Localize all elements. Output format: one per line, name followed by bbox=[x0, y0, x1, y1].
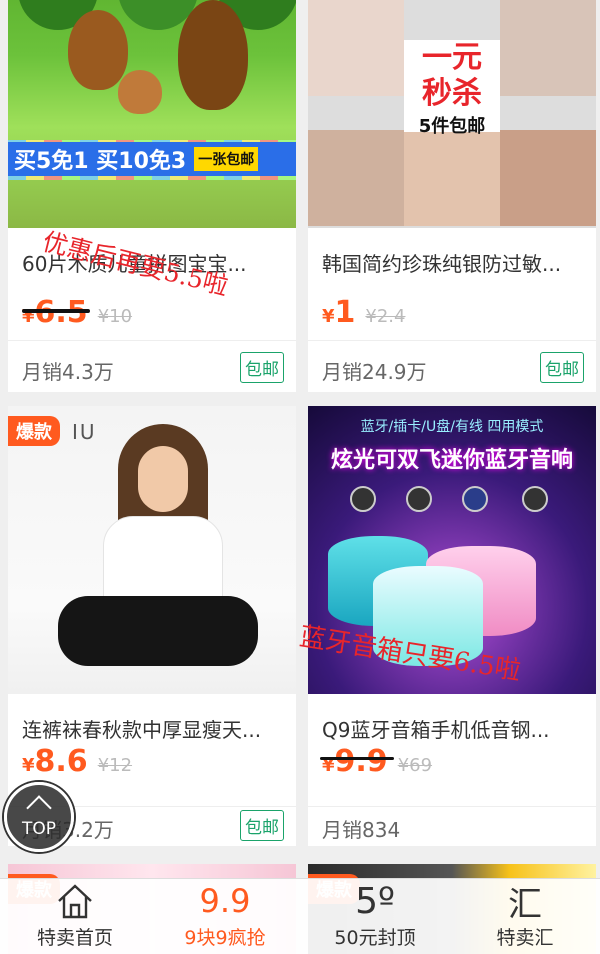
product-title[interactable]: 连裤袜春秋款中厚显瘦天... bbox=[22, 714, 284, 743]
bottom-tab-bar: 特卖首页 9.9 9块9疯抢 5º 50元封顶 汇 特卖汇 bbox=[0, 878, 600, 954]
tab-home[interactable]: 特卖首页 bbox=[0, 879, 150, 954]
current-price: 9.9 bbox=[334, 744, 388, 779]
price-row: ¥ 9.9 ¥69 bbox=[322, 744, 433, 779]
free-shipping-badge: 包邮 bbox=[240, 810, 284, 841]
original-price: ¥12 bbox=[97, 755, 133, 776]
product-card[interactable]: 一元 秒杀 5件包邮 韩国简约珍珠纯银防过敏... ¥ 1 ¥2.4 月销24.… bbox=[308, 0, 596, 392]
tab-9-9[interactable]: 9.9 9块9疯抢 bbox=[150, 879, 300, 954]
home-icon bbox=[0, 879, 150, 923]
product-card[interactable]: 买5免1 买10免3一张包邮 60片木质儿童拼图宝宝... ¥ 6.5 ¥10 … bbox=[8, 0, 296, 392]
original-price: ¥69 bbox=[397, 755, 433, 776]
product-image[interactable]: 买5免1 买10免3 一张包邮 bbox=[8, 0, 296, 228]
price-row: ¥ 1 ¥2.4 bbox=[322, 295, 406, 330]
price-row: ¥ 6.5 ¥10 bbox=[22, 295, 132, 335]
current-price: 1 bbox=[334, 295, 356, 330]
hot-badge: 爆款 bbox=[8, 416, 60, 446]
free-shipping-badge: 包邮 bbox=[240, 352, 284, 383]
price-scribble bbox=[320, 757, 394, 760]
product-card[interactable]: IU 爆款 连裤袜春秋款中厚显瘦天... ¥ 8.6 ¥12 月销3.2万 包邮 bbox=[8, 406, 296, 846]
price-scribble bbox=[22, 309, 90, 313]
monthly-sales: 月销24.9万 bbox=[322, 360, 427, 384]
monthly-sales: 月销4.3万 bbox=[22, 360, 114, 384]
product-image[interactable]: 一元 秒杀 5件包邮 bbox=[308, 0, 596, 228]
hui-icon: 汇 bbox=[508, 884, 542, 925]
back-to-top-button[interactable]: TOP bbox=[4, 782, 74, 852]
monthly-sales: 月销834 bbox=[322, 818, 401, 842]
tab-50[interactable]: 5º 50元封顶 bbox=[300, 879, 450, 954]
chevron-up-icon bbox=[26, 795, 52, 821]
product-image[interactable]: IU bbox=[8, 406, 296, 694]
price-row: ¥ 8.6 ¥12 bbox=[22, 744, 133, 779]
product-title[interactable]: 韩国简约珍珠纯银防过敏... bbox=[322, 248, 584, 277]
current-price: 8.6 bbox=[34, 744, 88, 779]
free-shipping-badge: 包邮 bbox=[540, 352, 584, 383]
product-title[interactable]: Q9蓝牙音箱手机低音钢... bbox=[322, 714, 584, 743]
nine-nine-icon: 9.9 bbox=[199, 882, 251, 920]
original-price: ¥2.4 bbox=[365, 306, 406, 327]
fifty-icon: 5º bbox=[355, 880, 395, 922]
tab-hui[interactable]: 汇 特卖汇 bbox=[450, 879, 600, 954]
original-price: ¥10 bbox=[97, 306, 133, 327]
